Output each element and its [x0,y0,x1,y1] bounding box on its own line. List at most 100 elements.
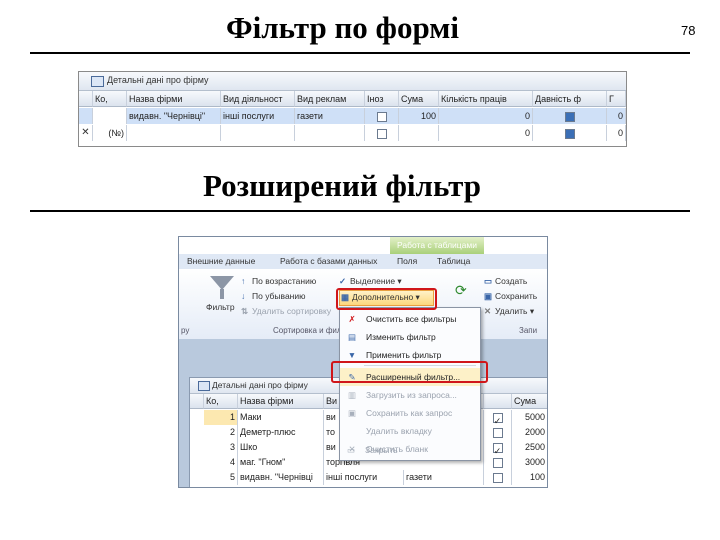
filter-cell-sum[interactable]: 100 [399,108,439,124]
new-row-cell[interactable] [533,125,607,141]
slide-title-form-filter: Фільтр по формі [226,10,459,45]
menu-item-close[interactable]: ▭ Закрыть [339,441,479,459]
filter-cell-staff[interactable]: 0 [439,108,533,124]
menu-item-save-as-query[interactable]: ▣ Сохранить как запрос [340,404,480,422]
checkbox[interactable] [376,111,387,122]
column-header[interactable] [484,394,512,409]
tab-table[interactable]: Таблица [437,256,470,266]
menu-item-edit-filter[interactable]: ▤ Изменить фильтр [340,328,480,346]
column-header[interactable]: Г [607,91,626,107]
new-row-cell[interactable] [365,125,399,141]
menu-item-clear-all-filters[interactable]: ✗ Очистить все фильтры [340,310,480,328]
remove-sort-button[interactable]: ⇅ Удалить сортировку [241,305,331,317]
new-row-cell[interactable] [127,125,221,141]
refresh-icon[interactable]: ⟳ [455,283,467,297]
record-check[interactable] [484,425,512,440]
record-ad[interactable]: газети [404,470,484,485]
remove-sort-icon: ⇅ [241,306,249,316]
new-row-cell[interactable] [221,125,295,141]
save-record-button[interactable]: ▣ Сохранить [484,290,537,302]
menu-item-delete-tab[interactable]: Удалить вкладку [340,422,480,440]
delete-icon: ✕ [484,306,492,316]
record-name[interactable]: Шко [238,440,324,455]
row-selector-header [79,91,93,107]
checkbox[interactable]: ✓ [492,442,503,455]
record-number[interactable]: 3 [204,440,238,455]
record-check[interactable] [484,455,512,470]
record-check[interactable] [484,470,512,485]
save-label: Сохранить [495,291,538,301]
checkbox[interactable]: ✓ [492,412,503,425]
advanced-dropdown-menu: ✗ Очистить все фильтры ▤ Изменить фильтр ▼… [339,307,481,461]
column-header[interactable]: Іноз [365,91,399,107]
new-row-marker[interactable]: ✕ [79,125,93,141]
edit-filter-icon: ▤ [347,332,357,342]
record-name[interactable]: Деметр-плюс [238,425,324,440]
checkbox[interactable] [564,111,575,122]
column-header[interactable]: Давність ф [533,91,607,107]
sort-descending-icon: ↓ [241,291,246,301]
filter-cell-ad[interactable]: газети [295,108,365,124]
record-number[interactable]: 2 [204,425,238,440]
column-header[interactable]: Сума [512,394,547,409]
column-header[interactable]: Ко, [204,394,238,409]
record-check[interactable]: ✓ [484,410,512,425]
record-number[interactable]: 1 [204,410,238,425]
menu-item-load-from-query[interactable]: ▥ Загрузить из запроса... [340,386,480,404]
checkbox[interactable] [492,427,503,438]
menu-item-label: Удалить вкладку [366,426,432,436]
tab-fields[interactable]: Поля [397,256,417,266]
tab-database-tools[interactable]: Работа с базами данных [280,256,377,266]
new-row-code[interactable]: (№) [93,125,127,141]
record-sum[interactable]: 2500 [512,440,547,455]
column-header[interactable]: Назва фірми [127,91,221,107]
record-sum[interactable]: 2000 [512,425,547,440]
column-header[interactable]: Вид діяльност [221,91,295,107]
record-name[interactable]: видавн. "Чернівці [238,470,324,485]
filter-cell-activity[interactable]: інші послуги [221,108,295,124]
column-header[interactable]: Кількість праців [439,91,533,107]
delete-record-button[interactable]: ✕ Удалить ▾ [484,305,534,317]
sort-ascending-button[interactable]: ↑ По возрастанию [241,275,316,287]
record-number[interactable]: 4 [204,455,238,470]
record-name[interactable]: маг. "Гном" [238,455,324,470]
filter-cell-name[interactable]: видавн. "Чернівці" [127,108,221,124]
record-activity[interactable]: інші послуги [324,470,404,485]
menu-item-label: Закрыть [365,445,398,455]
checkbox[interactable] [492,472,503,483]
sort-ascending-label: По возрастанию [252,276,317,286]
new-row-cell[interactable] [295,125,365,141]
record-number[interactable]: 5 [204,470,238,485]
filter-button[interactable]: Фильтр [206,301,235,313]
record-name[interactable]: Маки [238,410,324,425]
row-selector[interactable] [79,108,93,124]
record-sum[interactable]: 100 [512,470,547,485]
column-header[interactable]: Назва фірми [238,394,324,409]
clear-filter-icon: ✗ [348,314,356,324]
new-row-staff[interactable]: 0 [439,125,533,141]
filter-cell-foreign[interactable] [365,108,399,124]
advanced-filter-screenshot: Работа с таблицами Внешние данные Работа… [178,236,548,488]
new-row-age[interactable]: 0 [607,125,626,141]
record-sum[interactable]: 5000 [512,410,547,425]
record-check[interactable]: ✓ [484,440,512,455]
selection-button[interactable]: ✓ Выделение ▾ [339,275,402,287]
new-row-cell[interactable] [399,125,439,141]
checkbox[interactable] [376,128,387,139]
tab-external-data[interactable]: Внешние данные [187,256,255,266]
checkbox[interactable] [564,128,575,139]
filter-cell-extra[interactable]: 0 [607,108,626,124]
highlight-advanced-filter-item [331,361,488,383]
filter-cell-code[interactable] [93,108,127,124]
filter-cell-age[interactable] [533,108,607,124]
group-label-records: Запи [519,326,538,335]
save-icon: ▣ [484,291,493,301]
create-record-button[interactable]: ▭ Создать [484,275,527,287]
column-header[interactable]: Сума [399,91,439,107]
checkbox[interactable] [492,457,503,468]
sort-descending-button[interactable]: ↓ По убыванию [241,290,306,302]
column-header[interactable]: Вид реклам [295,91,365,107]
datasheet-tab[interactable]: Детальні дані про фірму [79,72,626,91]
column-header[interactable]: Ко, [93,91,127,107]
record-sum[interactable]: 3000 [512,455,547,470]
